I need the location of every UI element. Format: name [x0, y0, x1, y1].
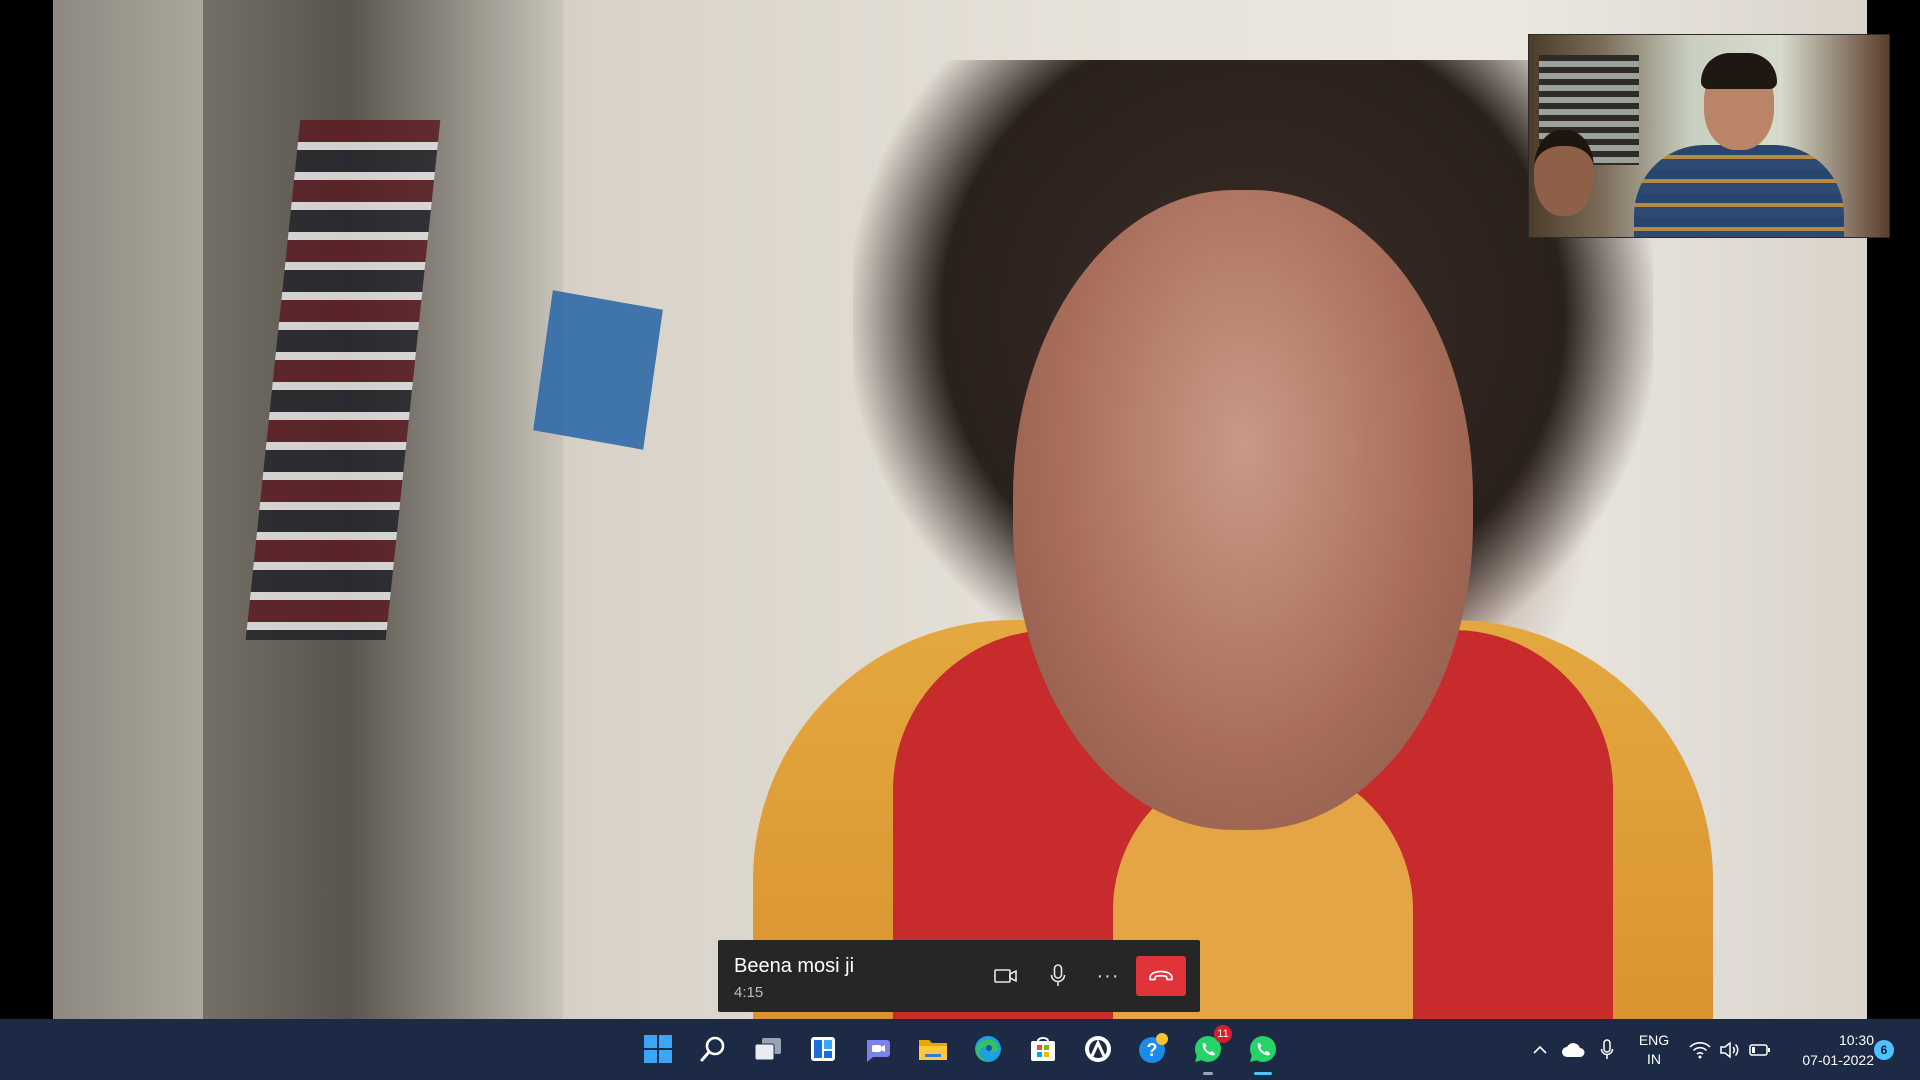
teams-chat-icon	[867, 1040, 890, 1062]
circle-app-icon	[1085, 1036, 1111, 1062]
preview-person-body	[1634, 145, 1844, 237]
get-help-button[interactable]: ?	[1135, 1031, 1171, 1067]
volume-button[interactable]	[1716, 1019, 1744, 1080]
clock-button[interactable]: 10:30 07-01-2022	[1780, 1030, 1874, 1070]
whatsapp-icon	[1250, 1036, 1277, 1062]
chat-button[interactable]	[860, 1031, 896, 1067]
microphone-icon	[1600, 1038, 1614, 1059]
more-options-button[interactable]: ···	[1090, 958, 1126, 994]
whatsapp-unread-badge: 11	[1214, 1025, 1232, 1043]
region-code: IN	[1647, 1051, 1661, 1067]
whatsapp-button[interactable]: 11	[1190, 1025, 1232, 1075]
caller-name: Beena mosi ji	[734, 955, 855, 977]
network-button[interactable]	[1686, 1019, 1714, 1080]
task-view-button[interactable]	[750, 1031, 786, 1067]
search-icon	[700, 1036, 725, 1062]
microphone-icon	[1050, 964, 1066, 986]
edge-button[interactable]	[970, 1031, 1006, 1067]
toggle-video-button[interactable]	[988, 958, 1024, 994]
task-view-icon	[754, 1038, 781, 1061]
cloud-icon	[1562, 1042, 1585, 1057]
clock-time: 10:30	[1838, 1032, 1874, 1048]
microphone-in-use-button[interactable]	[1594, 1019, 1620, 1080]
battery-icon	[1749, 1043, 1770, 1056]
active-window-indicator	[1254, 1072, 1272, 1075]
search-button[interactable]	[695, 1031, 731, 1067]
preview-person-hair	[1701, 53, 1777, 89]
call-control-bar: Beena mosi ji 4:15 ···	[718, 940, 1200, 1012]
speaker-icon	[1720, 1040, 1739, 1059]
notification-count-badge[interactable]: 6	[1874, 1040, 1894, 1060]
video-camera-icon	[994, 969, 1017, 983]
onedrive-button[interactable]	[1558, 1019, 1588, 1080]
start-button[interactable]	[640, 1031, 676, 1067]
end-call-button[interactable]	[1136, 956, 1186, 996]
running-indicator	[1203, 1072, 1213, 1075]
remote-person-face	[1013, 190, 1473, 830]
chevron-up-icon	[1533, 1045, 1547, 1054]
windows-start-icon	[644, 1035, 672, 1063]
whatsapp-active-button[interactable]	[1245, 1031, 1281, 1075]
microsoft-store-icon	[1031, 1037, 1055, 1061]
widgets-button[interactable]	[805, 1031, 841, 1067]
widgets-icon	[811, 1037, 835, 1061]
app-button[interactable]	[1080, 1031, 1116, 1067]
background-object	[533, 290, 663, 450]
preview-child	[1534, 130, 1594, 216]
get-help-icon: ?	[1139, 1033, 1168, 1063]
language-code: ENG	[1638, 1032, 1670, 1048]
folder-icon	[919, 1040, 947, 1060]
end-call-icon	[1149, 970, 1173, 981]
wifi-icon	[1689, 1041, 1711, 1058]
toggle-mic-button[interactable]	[1040, 958, 1076, 994]
svg-text:?: ?	[1147, 1040, 1158, 1060]
file-explorer-button[interactable]	[915, 1031, 951, 1067]
store-button[interactable]	[1025, 1031, 1061, 1067]
edge-browser-icon	[975, 1036, 1001, 1062]
battery-button[interactable]	[1746, 1019, 1774, 1080]
taskbar: ? 11 ENG IN 10:30 07-01-2022 6	[0, 1019, 1920, 1080]
input-language-button[interactable]: ENG IN	[1636, 1031, 1672, 1069]
self-video-preview[interactable]	[1528, 34, 1890, 238]
call-duration: 4:15	[734, 984, 764, 1001]
show-hidden-icons-button[interactable]	[1528, 1019, 1552, 1080]
clock-date: 07-01-2022	[1802, 1052, 1874, 1068]
